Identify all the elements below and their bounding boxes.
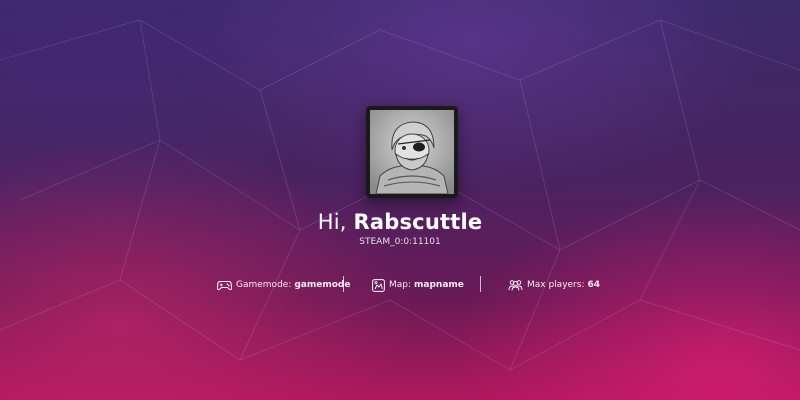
max-players-label: Max players:	[527, 280, 585, 290]
avatar	[366, 106, 458, 198]
gamemode-label: Gamemode:	[236, 280, 292, 290]
max-players-value: 64	[587, 280, 601, 290]
players-icon	[508, 280, 523, 291]
divider	[480, 276, 481, 292]
map-info: Map: mapname	[372, 276, 464, 294]
username: Rabscuttle	[353, 210, 483, 234]
loading-screen: Hi, Rabscuttle STEAM_0:0:11101 Gamemode:…	[0, 0, 800, 400]
avatar-portrait-icon	[370, 110, 454, 194]
greeting-heading: Hi, Rabscuttle	[0, 210, 800, 234]
map-value: mapname	[414, 280, 464, 290]
gamepad-icon	[217, 280, 232, 290]
map-label: Map:	[389, 280, 412, 290]
max-players-info: Max players: 64	[508, 276, 600, 294]
divider	[343, 276, 344, 292]
map-icon	[372, 278, 385, 292]
gamemode-info: Gamemode: gamemode	[217, 276, 350, 294]
server-info-bar: Gamemode: gamemode Map: mapname Max play…	[200, 276, 600, 294]
steam-id: STEAM_0:0:11101	[359, 237, 441, 247]
greeting-prefix: Hi,	[317, 210, 347, 234]
